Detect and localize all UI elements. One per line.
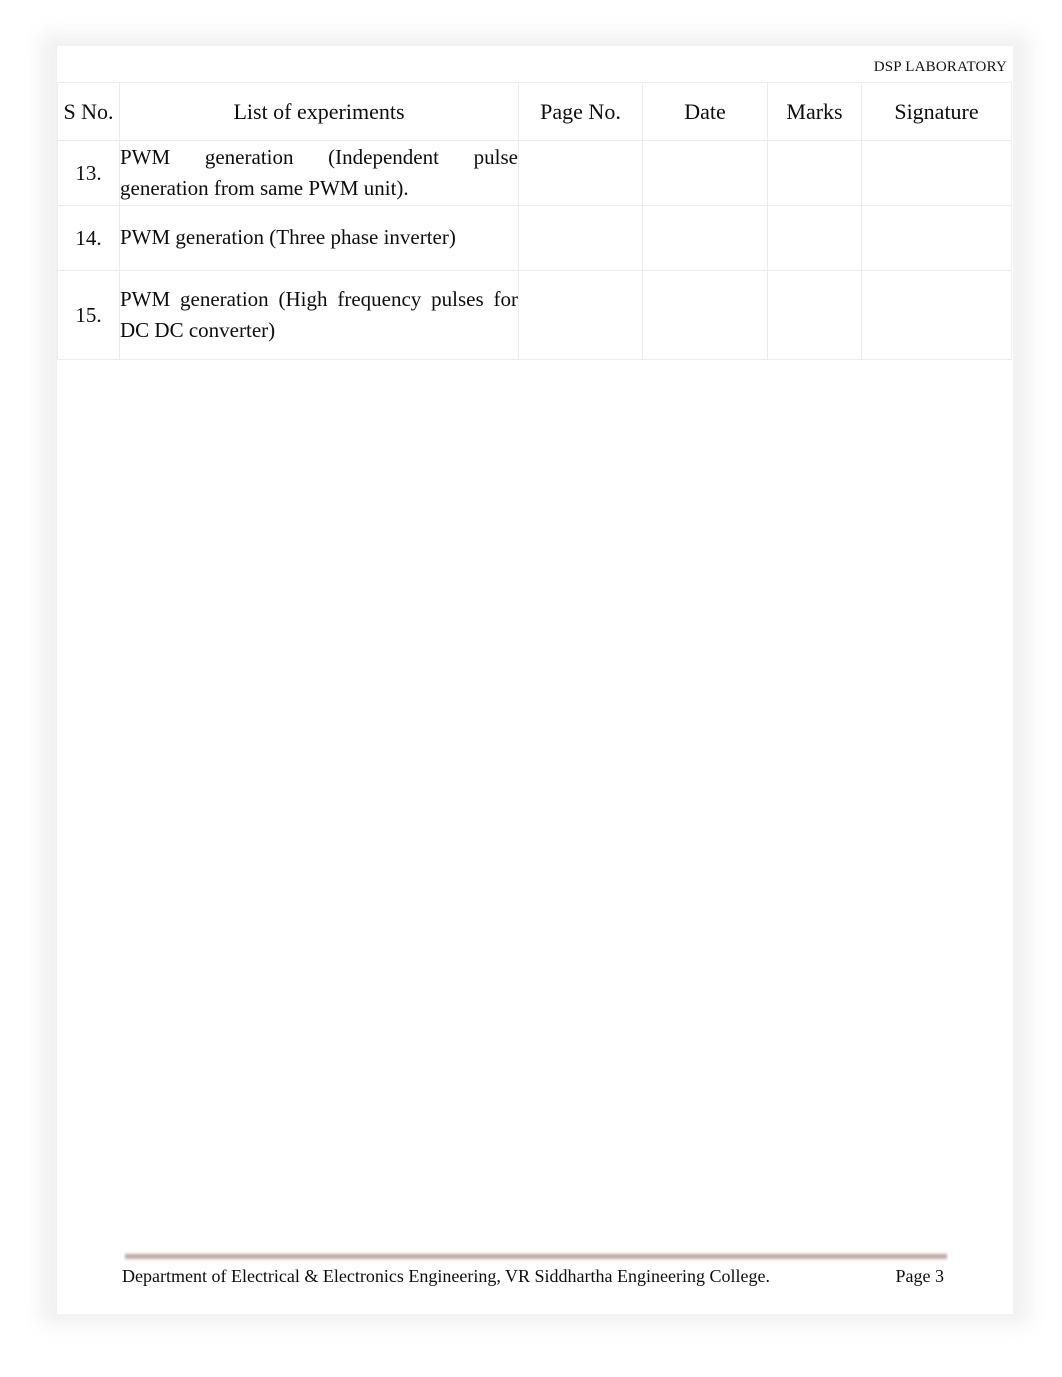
cell-date[interactable] bbox=[642, 140, 768, 206]
table-row: 13. PWM generation (Independent pulse ge… bbox=[57, 140, 1012, 206]
page-footer: Department of Electrical & Electronics E… bbox=[122, 1265, 950, 1288]
table-row: 15. PWM generation (High frequency pulse… bbox=[57, 270, 1012, 360]
table-header-row: S No. List of experiments Page No. Date … bbox=[57, 82, 1012, 141]
cell-date[interactable] bbox=[642, 270, 768, 360]
experiments-table: S No. List of experiments Page No. Date … bbox=[57, 82, 1012, 360]
document-canvas: DSP LABORATORY S No. List of experiments… bbox=[0, 0, 1062, 1377]
cell-signature[interactable] bbox=[861, 205, 1012, 271]
cell-marks[interactable] bbox=[767, 140, 862, 206]
footer-department-text: Department of Electrical & Electronics E… bbox=[122, 1266, 770, 1286]
footer-divider bbox=[125, 1253, 947, 1260]
cell-experiment: PWM generation (Independent pulse genera… bbox=[119, 140, 519, 206]
column-header-signature: Signature bbox=[861, 82, 1012, 141]
running-header-title: DSP LABORATORY bbox=[873, 59, 1007, 75]
column-header-marks: Marks bbox=[767, 82, 862, 141]
cell-experiment: PWM generation (Three phase inverter) bbox=[119, 205, 519, 271]
cell-date[interactable] bbox=[642, 205, 768, 271]
cell-signature[interactable] bbox=[861, 140, 1012, 206]
cell-experiment: PWM generation (High frequency pulses fo… bbox=[119, 270, 519, 360]
cell-signature[interactable] bbox=[861, 270, 1012, 360]
cell-marks[interactable] bbox=[767, 270, 862, 360]
table-body: 13. PWM generation (Independent pulse ge… bbox=[57, 140, 1012, 360]
cell-sno: 15. bbox=[57, 270, 120, 360]
column-header-page-no: Page No. bbox=[518, 82, 643, 141]
footer-page-number: Page 3 bbox=[895, 1266, 945, 1286]
cell-page-no[interactable] bbox=[518, 205, 643, 271]
column-header-date: Date bbox=[642, 82, 768, 141]
cell-sno: 13. bbox=[57, 140, 120, 206]
column-header-sno: S No. bbox=[57, 82, 120, 141]
column-header-list: List of experiments bbox=[119, 82, 519, 141]
cell-sno: 14. bbox=[57, 205, 120, 271]
cell-marks[interactable] bbox=[767, 205, 862, 271]
table-row: 14. PWM generation (Three phase inverter… bbox=[57, 205, 1012, 271]
cell-page-no[interactable] bbox=[518, 270, 643, 360]
table-header: S No. List of experiments Page No. Date … bbox=[57, 82, 1012, 141]
cell-page-no[interactable] bbox=[518, 140, 643, 206]
